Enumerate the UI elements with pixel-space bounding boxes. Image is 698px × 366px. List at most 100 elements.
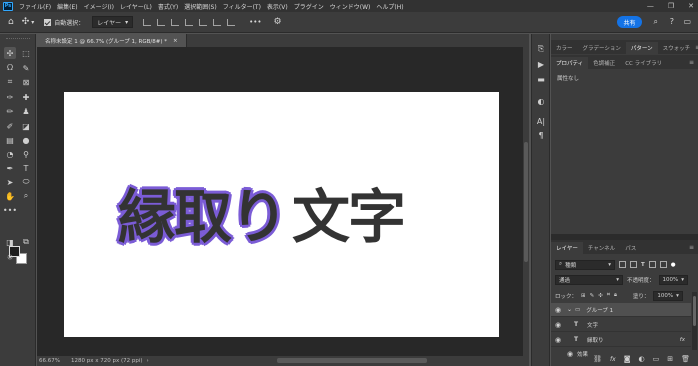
filter-type-icon[interactable]: T (641, 262, 645, 268)
tab-color[interactable]: カラー (551, 42, 578, 54)
chevron-down-icon[interactable]: ⌄ (567, 306, 572, 313)
tab-layers[interactable]: レイヤー (551, 242, 583, 254)
tab-gradient[interactable]: グラデーション (578, 42, 626, 54)
brush-tool-icon[interactable]: ✏ (4, 105, 16, 117)
burn-tool-icon[interactable]: ⚲ (20, 148, 32, 160)
search-icon[interactable]: ⌕ (654, 17, 658, 27)
home-icon[interactable]: ⌂ (8, 17, 14, 27)
menu-select[interactable]: 選択範囲(S) (184, 2, 217, 11)
more-options-button[interactable]: ••• (249, 18, 261, 26)
quick-select-tool-icon[interactable]: ✎ (20, 62, 32, 74)
gradient-tool-icon[interactable]: ▤ (4, 134, 16, 146)
vertical-scrollbar[interactable] (523, 47, 529, 356)
menu-filter[interactable]: フィルター(T) (223, 2, 261, 11)
menu-help[interactable]: ヘルプ(H) (376, 2, 403, 11)
tab-properties[interactable]: プロパティ (551, 57, 589, 69)
pen-tool-icon[interactable]: ✒ (4, 162, 16, 174)
workspace-icon[interactable]: ▭ (683, 17, 691, 26)
scroll-thumb[interactable] (524, 142, 528, 262)
shape-tool-icon[interactable]: ⬭ (20, 176, 32, 188)
layer-row-group[interactable]: ◉ ⌄ ▭ グループ 1 (551, 303, 691, 317)
chevron-right-icon[interactable]: › (147, 358, 149, 364)
document-tab[interactable]: 名称未設定 1 @ 66.7% (グループ 1, RGB/8#) * × (37, 34, 187, 47)
type-tool-icon[interactable]: T (20, 162, 32, 174)
menu-image[interactable]: イメージ(I) (84, 2, 114, 11)
fx-icon[interactable]: fx (680, 337, 685, 343)
menu-edit[interactable]: 編集(E) (57, 2, 77, 11)
move-tool-icon[interactable]: ✣ (22, 17, 30, 27)
paragraph-icon[interactable]: ¶ (536, 130, 546, 140)
align-bottom-icon[interactable] (213, 18, 222, 26)
minimize-icon[interactable]: — (647, 2, 654, 10)
align-top-icon[interactable] (185, 18, 194, 26)
history-brush-tool-icon[interactable]: ✐ (4, 120, 16, 132)
auto-select-checkbox[interactable] (44, 18, 52, 26)
tab-pattern[interactable]: パターン (625, 42, 658, 54)
screen-mode-icon[interactable]: ⧉ (20, 236, 32, 248)
eraser-tool-icon[interactable]: ◪ (20, 120, 32, 132)
new-layer-icon[interactable]: ⊞ (667, 355, 673, 363)
eye-icon[interactable]: ◉ (551, 321, 565, 329)
dodge-tool-icon[interactable]: ◔ (4, 148, 16, 160)
more-tools-icon[interactable]: ••• (3, 204, 17, 216)
tab-paths[interactable]: パス (620, 242, 641, 254)
eye-icon[interactable]: ◉ (551, 336, 565, 344)
filter-pixel-icon[interactable] (619, 261, 626, 268)
tab-swatches[interactable]: スウォッチ (658, 42, 696, 54)
lock-position-icon[interactable]: ✣ (598, 293, 603, 299)
spot-heal-tool-icon[interactable]: ✚ (20, 91, 32, 103)
tab-channels[interactable]: チャンネル (583, 242, 620, 254)
stamp-tool-icon[interactable]: ♟ (20, 105, 32, 117)
align-center-icon[interactable] (157, 18, 166, 26)
panel-menu-icon[interactable]: ≡ (689, 244, 694, 251)
panel-grip[interactable] (6, 38, 30, 41)
help-icon[interactable]: ? (670, 17, 674, 26)
comments-icon[interactable]: ▬ (536, 74, 546, 84)
zoom-tool-icon[interactable]: ⌕ (20, 190, 32, 202)
blend-mode-select[interactable]: 通過 ▾ (555, 274, 623, 285)
layer-kind-filter[interactable]: ⌕ 種類 ▾ (555, 259, 615, 270)
mask-icon[interactable]: ◙ (624, 355, 631, 363)
crop-tool-icon[interactable]: ⌗ (4, 76, 16, 88)
canvas-text[interactable]: 縁取り 文字 (118, 172, 406, 252)
link-icon[interactable]: ⛓ (593, 355, 602, 363)
gear-icon[interactable]: ⚙ (274, 17, 282, 27)
trash-icon[interactable]: 🗑︎ (681, 355, 690, 363)
marquee-tool-icon[interactable]: ⬚ (20, 47, 32, 59)
menu-plugins[interactable]: プラグイン (294, 2, 324, 11)
lock-paint-icon[interactable]: ✎ (590, 293, 595, 299)
filter-adjust-icon[interactable] (630, 261, 637, 268)
move-tool-icon[interactable]: ✣ (4, 47, 16, 59)
panel-menu-icon[interactable]: ≡ (689, 59, 694, 66)
chevron-down-icon[interactable]: ▾ (31, 19, 34, 26)
align-middle-icon[interactable] (199, 18, 208, 26)
tab-cc-libraries[interactable]: CC ライブラリ (620, 57, 667, 69)
blur-tool-icon[interactable]: ● (20, 134, 32, 146)
distribute-icon[interactable] (227, 18, 236, 26)
lasso-tool-icon[interactable]: ᘯ (4, 62, 16, 74)
horizontal-scroll-thumb[interactable] (277, 358, 427, 363)
eyedropper-tool-icon[interactable]: ✑ (4, 91, 16, 103)
align-left-icon[interactable] (143, 18, 152, 26)
lock-artboard-icon[interactable]: ⌗ (607, 292, 610, 299)
auto-select-dropdown[interactable]: レイヤー ▾ (92, 16, 134, 28)
menu-type[interactable]: 書式(Y) (158, 2, 178, 11)
adjustments-icon[interactable]: ◐ (536, 96, 546, 106)
menu-view[interactable]: 表示(V) (267, 2, 288, 11)
menu-window[interactable]: ウィンドウ(W) (330, 2, 371, 11)
hand-tool-icon[interactable]: ✋ (4, 190, 16, 202)
fill-field[interactable]: 100% ▾ (653, 290, 683, 301)
menu-layer[interactable]: レイヤー(L) (120, 2, 152, 11)
filter-smart-icon[interactable] (659, 261, 667, 268)
eye-icon[interactable]: ◉ (551, 306, 565, 314)
layer-row-text[interactable]: ◉ T 文字 (551, 318, 691, 332)
close-window-icon[interactable]: ✕ (688, 2, 694, 10)
character-icon[interactable]: A| (536, 116, 546, 126)
opacity-field[interactable]: 100% ▾ (658, 274, 689, 285)
tab-adjustments[interactable]: 色調補正 (588, 57, 620, 69)
lock-all-icon[interactable]: 🔒︎ (614, 292, 617, 299)
adjustment-layer-icon[interactable]: ◐ (639, 355, 645, 363)
share-button[interactable]: 共有 (617, 16, 642, 28)
zoom-level[interactable]: 66.67% (39, 358, 71, 364)
filter-toggle-icon[interactable]: ● (671, 262, 676, 268)
